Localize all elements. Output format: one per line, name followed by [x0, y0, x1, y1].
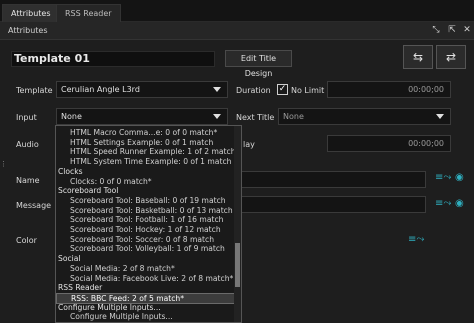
dropdown-group-header: Clocks — [58, 166, 83, 176]
dropdown-group-header: Scoreboard Tool — [58, 186, 119, 196]
template-select-value: Cerulian Angle L3rd — [61, 85, 140, 94]
panel-title: Attributes — [0, 22, 474, 40]
dropdown-option[interactable]: Configure Multiple Inputs... — [56, 312, 241, 321]
color-label: Color — [16, 236, 37, 245]
dropdown-option[interactable]: HTML Macro Comma...e: 0 of 0 match* — [56, 128, 241, 137]
swap-arrows-alt-icon: ⇄ — [445, 50, 457, 64]
no-limit-checkbox[interactable]: ✓ — [277, 84, 288, 95]
name-text-field[interactable] — [240, 171, 426, 188]
dropdown-option[interactable]: Scoreboard Tool: Volleyball: 1 of 9 matc… — [56, 244, 241, 253]
title-name-field[interactable]: Template 01 — [11, 51, 215, 67]
dropdown-scroll-thumb[interactable] — [235, 243, 240, 287]
eye-icon[interactable]: ◉ — [455, 198, 464, 209]
input-dropdown-list[interactable]: HTML Macro Comma...e: 0 of 0 match* HTML … — [55, 125, 242, 323]
checkmark-icon: ✓ — [278, 84, 287, 94]
message-text-field[interactable] — [240, 196, 426, 213]
swap-right-button[interactable]: ⇄ — [436, 45, 466, 69]
no-limit-label: No Limit — [291, 86, 325, 95]
dropdown-option[interactable]: Scoreboard Tool: Basketball: 0 of 13 mat… — [56, 206, 241, 215]
next-title-select[interactable]: None — [278, 108, 451, 125]
pin-icon[interactable]: ⤡ — [430, 24, 442, 36]
input-select[interactable]: None — [56, 108, 228, 125]
delay-timecode[interactable]: 00:00;00 — [327, 135, 451, 152]
next-title-select-value: None — [283, 112, 304, 121]
tab-attributes[interactable]: Attributes — [2, 4, 60, 22]
dropdown-group-header: RSS Reader — [58, 283, 103, 293]
dropdown-option[interactable]: Social Media: 2 of 8 match* — [56, 264, 241, 273]
swap-left-button[interactable]: ⇆ — [403, 45, 433, 69]
dropdown-option[interactable]: Clocks: 0 of 0 match* — [56, 177, 241, 186]
template-label: Template — [16, 86, 53, 95]
splitter-handle[interactable]: ⋮ — [0, 160, 7, 170]
tab-bar: Attributes RSS Reader — [0, 0, 474, 22]
dropdown-option[interactable]: HTML Speed Runner Example: 1 of 2 match — [56, 147, 241, 156]
duration-timecode[interactable]: 00:00;00 — [327, 81, 451, 98]
audio-label: Audio — [16, 140, 39, 149]
dropdown-option[interactable]: Scoreboard Tool: Hockey: 1 of 12 match — [56, 225, 241, 234]
swap-arrows-icon: ⇆ — [412, 50, 424, 64]
close-icon[interactable]: ✕ — [461, 24, 473, 36]
dropdown-option[interactable]: Social Media: Facebook Live: 2 of 8 matc… — [56, 274, 241, 283]
duration-label: Duration — [236, 86, 271, 95]
animation-icon[interactable]: ≡⤳ — [435, 172, 451, 183]
chevron-down-icon — [436, 114, 444, 119]
dropdown-option[interactable]: Scoreboard Tool: Football: 1 of 16 match — [56, 215, 241, 224]
tab-rss-reader[interactable]: RSS Reader — [56, 4, 121, 22]
input-select-value: None — [61, 112, 82, 121]
dropdown-group-header: Configure Multiple Inputs... — [58, 302, 161, 312]
next-title-label: Next Title — [236, 113, 275, 122]
dropdown-scrollbar[interactable] — [234, 126, 241, 322]
edit-title-design-button[interactable]: Edit Title Design — [225, 50, 292, 78]
animation-icon[interactable]: ≡⤳ — [435, 198, 451, 209]
chevron-down-icon — [213, 114, 221, 119]
dropdown-option[interactable]: Scoreboard Tool: Baseball: 0 of 19 match — [56, 196, 241, 205]
chevron-down-icon — [213, 87, 221, 92]
message-label: Message — [16, 201, 52, 210]
pin-alt-icon[interactable]: ⇱ — [446, 24, 458, 36]
dropdown-option[interactable]: HTML Settings Example: 0 of 1 match — [56, 138, 241, 147]
dropdown-group-header: Social — [58, 254, 81, 264]
input-label: Input — [16, 113, 37, 122]
name-label: Name — [16, 176, 40, 185]
eye-icon[interactable]: ◉ — [455, 172, 464, 183]
animation-icon[interactable]: ≡⤳ — [408, 234, 424, 245]
delay-label: lay — [243, 140, 255, 149]
template-select[interactable]: Cerulian Angle L3rd — [56, 81, 228, 98]
dropdown-option[interactable]: HTML System Time Example: 0 of 1 match — [56, 157, 241, 166]
dropdown-option[interactable]: Scoreboard Tool: Soccer: 0 of 8 match — [56, 235, 241, 244]
